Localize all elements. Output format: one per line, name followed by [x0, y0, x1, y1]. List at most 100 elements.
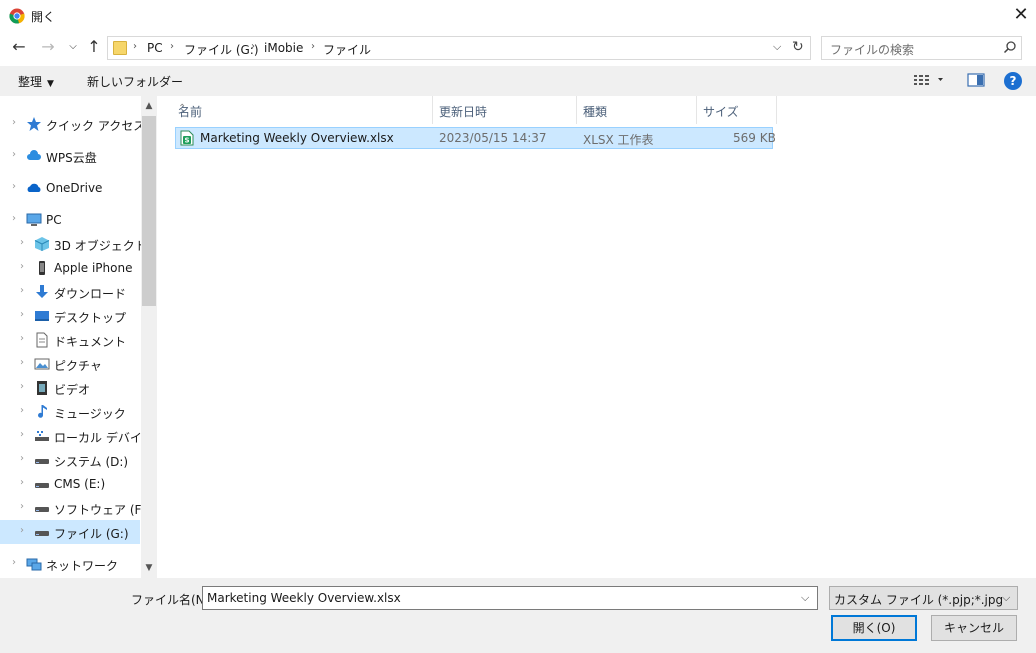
new-folder-button[interactable]: 新しいフォルダー	[87, 73, 183, 90]
file-list: 名前 ⌃ 更新日時 種類 サイズ S Marketing Weekly Over…	[159, 96, 1036, 578]
recent-locations-button[interactable]: ⌵	[62, 36, 84, 60]
drive-icon	[35, 507, 49, 512]
onedrive-cloud-icon	[27, 183, 41, 192]
breadcrumb-imobie[interactable]: iMobie	[264, 41, 303, 55]
sidebar-item[interactable]: › Apple iPhone	[0, 256, 140, 280]
spreadsheet-file-icon: S	[180, 130, 194, 146]
breadcrumb-pc[interactable]: PC	[147, 41, 163, 55]
preview-pane-icon[interactable]	[967, 72, 985, 88]
expand-chevron-icon[interactable]: ›	[20, 237, 24, 248]
expand-chevron-icon[interactable]: ›	[20, 309, 24, 320]
film-icon	[37, 381, 47, 395]
expand-chevron-icon[interactable]: ›	[20, 381, 24, 392]
column-size-label: サイズ	[703, 105, 739, 119]
address-bar[interactable]: › PC › ファイル (G:) › iMobie › ファイル ⌵ ↻	[107, 36, 811, 60]
sidebar-item[interactable]: › 3D オブジェクト	[0, 232, 147, 256]
breadcrumb-separator-icon: ›	[170, 41, 174, 52]
expand-chevron-icon[interactable]: ›	[12, 213, 16, 224]
sidebar-item-label: PC	[46, 213, 62, 227]
chevron-down-icon[interactable]: ⌵	[801, 591, 809, 605]
file-name: Marketing Weekly Overview.xlsx	[200, 131, 394, 145]
expand-chevron-icon[interactable]: ›	[20, 453, 24, 464]
expand-chevron-icon[interactable]: ›	[20, 525, 24, 536]
open-button[interactable]: 開く(O)	[831, 615, 917, 641]
sidebar-item-label: WPS云盘	[46, 151, 97, 165]
view-options-icon[interactable]	[913, 72, 947, 88]
arrow-left-icon: ←	[12, 37, 26, 56]
search-icon	[1003, 41, 1016, 54]
refresh-icon[interactable]: ↻	[792, 39, 804, 55]
chevron-down-icon: ⌵	[1002, 591, 1011, 604]
expand-chevron-icon[interactable]: ›	[20, 261, 24, 272]
sidebar-item[interactable]: › ネットワーク	[0, 552, 140, 576]
filename-input[interactable]: Marketing Weekly Overview.xlsx ⌵	[202, 586, 818, 610]
navigation-pane: › クイック アクセス › WPS云盘 › OneDrive › PC › 3D オブジェクト › A…	[0, 96, 157, 578]
sidebar-item[interactable]: › ダウンロード	[0, 280, 140, 304]
filename-value: Marketing Weekly Overview.xlsx	[207, 591, 401, 605]
drive-icon	[35, 483, 49, 488]
expand-chevron-icon[interactable]: ›	[12, 117, 16, 128]
expand-chevron-icon[interactable]: ›	[12, 181, 16, 192]
music-note-icon	[38, 405, 47, 418]
sidebar-item-label: クイック アクセス	[46, 119, 146, 133]
sidebar-item-label: Apple iPhone	[54, 261, 133, 275]
cloud-icon	[27, 150, 41, 160]
file-row[interactable]: S Marketing Weekly Overview.xlsx 2023/05…	[175, 127, 776, 149]
breadcrumb-folder[interactable]: ファイル	[323, 41, 371, 58]
column-header-type[interactable]: 種類	[577, 96, 697, 124]
expand-chevron-icon[interactable]: ›	[20, 477, 24, 488]
picture-icon	[34, 358, 50, 370]
expand-chevron-icon[interactable]: ›	[20, 405, 24, 416]
sidebar-item[interactable]: › システム (D:)	[0, 448, 140, 472]
breadcrumb-drive[interactable]: ファイル (G:)	[184, 41, 259, 58]
command-bar: 整理 ▼ 新しいフォルダー ?	[0, 66, 1036, 96]
forward-button[interactable]: →	[37, 36, 59, 60]
expand-chevron-icon[interactable]: ›	[12, 557, 16, 568]
sidebar-item[interactable]: › クイック アクセス	[0, 112, 145, 136]
expand-chevron-icon[interactable]: ›	[20, 285, 24, 296]
close-button[interactable]: ✕	[1006, 0, 1036, 32]
sidebar-item[interactable]: › ミュージック	[0, 400, 140, 424]
sidebar-item[interactable]: › デスクトップ	[0, 304, 140, 328]
cancel-button[interactable]: キャンセル	[931, 615, 1017, 641]
address-dropdown-icon[interactable]: ⌵	[773, 40, 781, 54]
column-header-size[interactable]: サイズ	[697, 96, 777, 124]
window-title: 開く	[31, 10, 56, 24]
search-input[interactable]: ファイルの検索	[830, 41, 914, 58]
column-header-modified[interactable]: 更新日時	[433, 96, 577, 124]
sidebar-item[interactable]: › ファイル (G:)	[0, 520, 140, 544]
sidebar-item-label: OneDrive	[46, 181, 103, 195]
filetype-select[interactable]: カスタム ファイル (*.pjp;*.jpg;*.pjpeg ⌵	[829, 586, 1018, 610]
sidebar-item-label: ミュージック	[54, 407, 126, 421]
sidebar-item[interactable]: › WPS云盘	[0, 144, 140, 168]
up-button[interactable]: ↑	[83, 36, 105, 60]
sidebar-item[interactable]: › ビデオ	[0, 376, 140, 400]
expand-chevron-icon[interactable]: ›	[20, 333, 24, 344]
expand-chevron-icon[interactable]: ›	[20, 501, 24, 512]
sort-ascending-icon: ⌃	[178, 103, 187, 114]
expand-chevron-icon[interactable]: ›	[12, 149, 16, 160]
help-icon[interactable]: ?	[1004, 72, 1022, 90]
back-button[interactable]: ←	[8, 36, 30, 60]
expand-chevron-icon[interactable]: ›	[20, 429, 24, 440]
desktop-icon	[35, 311, 49, 321]
column-header-name[interactable]: 名前 ⌃	[172, 96, 433, 124]
scroll-down-icon[interactable]: ▼	[141, 560, 157, 576]
sidebar-item[interactable]: › ドキュメント	[0, 328, 140, 352]
expand-chevron-icon[interactable]: ›	[20, 357, 24, 368]
sidebar-item[interactable]: › PC	[0, 208, 140, 232]
sidebar-item[interactable]: ›ローカル デバイス (C	[0, 424, 157, 448]
sidebar-scroll-thumb[interactable]	[142, 116, 156, 306]
sidebar-item[interactable]: › OneDrive	[0, 176, 140, 200]
search-box[interactable]: ファイルの検索	[821, 36, 1022, 60]
organize-menu[interactable]: 整理 ▼	[18, 73, 54, 90]
breadcrumb-separator-icon: ›	[251, 41, 255, 52]
star-icon	[27, 117, 41, 131]
sidebar-item[interactable]: › CMS (E:)	[0, 472, 140, 496]
sidebar-item[interactable]: › ピクチャ	[0, 352, 140, 376]
sidebar-item-label: ネットワーク	[46, 559, 119, 573]
scroll-up-icon[interactable]: ▲	[141, 98, 157, 114]
sidebar-item[interactable]: › ソフトウェア (F:)	[0, 496, 149, 520]
sidebar-item-label: ドキュメント	[54, 335, 127, 349]
organize-label: 整理	[18, 75, 43, 89]
